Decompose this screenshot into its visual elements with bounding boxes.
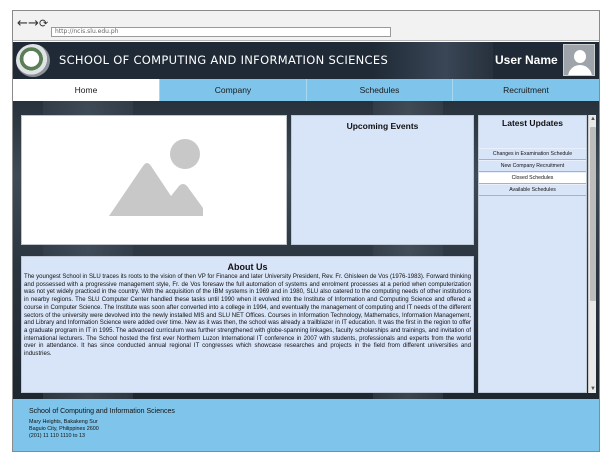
upcoming-events-panel: Upcoming Events [291,115,474,245]
site-title: School of Computing and Information Scie… [59,53,389,67]
main-nav: Home Company Schedules Recruitment [13,79,599,101]
avatar-person-icon [574,50,586,63]
avatar[interactable] [563,44,595,76]
update-item[interactable]: Closed Schedules [479,172,586,184]
address-bar[interactable]: http://ncis.slu.edu.ph [51,27,391,37]
latest-updates-title: Latest Updates [502,118,563,128]
main-content: Upcoming Events About Us The youngest Sc… [13,101,599,399]
tab-recruitment[interactable]: Recruitment [453,79,599,101]
scroll-up-icon[interactable]: ▲ [589,115,597,123]
update-item[interactable]: Available Schedules [479,184,586,196]
image-placeholder-icon [109,139,203,216]
footer-address-line2: Baguio City, Philippines 2600 [29,426,99,432]
scroll-down-icon[interactable]: ▼ [589,385,597,393]
tab-company[interactable]: Company [160,79,307,101]
tab-home[interactable]: Home [13,79,160,101]
browser-toolbar: ← → ⟳ http://ncis.slu.edu.ph [13,11,599,41]
footer-phone: (201) 11 110 1110 to 13 [29,433,85,439]
updates-list: Changes in Examination Schedule New Comp… [479,148,586,196]
about-panel: About Us The youngest School in SLU trac… [21,256,474,393]
update-item[interactable]: Changes in Examination Schedule [479,148,586,160]
user-name[interactable]: User Name [495,53,558,67]
update-item[interactable]: New Company Recruitment [479,160,586,172]
latest-updates-panel: Latest Updates Changes in Examination Sc… [478,115,587,393]
scrollbar[interactable]: ▲ ▼ [588,115,596,393]
upcoming-events-title: Upcoming Events [346,121,419,131]
featured-image [21,115,287,245]
footer-title: School of Computing and Information Scie… [29,408,175,415]
site-header: School of Computing and Information Scie… [13,42,599,79]
site-footer: School of Computing and Information Scie… [13,399,599,451]
reload-icon[interactable]: ⟳ [39,16,48,32]
scroll-thumb[interactable] [590,127,596,301]
school-logo [16,44,50,77]
forward-arrow-icon[interactable]: → [28,16,39,32]
about-text: The youngest School in SLU traces its ro… [24,274,471,358]
browser-window: ← → ⟳ http://ncis.slu.edu.ph School of C… [12,10,600,452]
footer-address-line1: Mary Heights, Bakakeng Sur [29,419,98,425]
tab-schedules[interactable]: Schedules [307,79,453,101]
back-arrow-icon[interactable]: ← [17,16,28,32]
about-title: About Us [227,262,268,272]
